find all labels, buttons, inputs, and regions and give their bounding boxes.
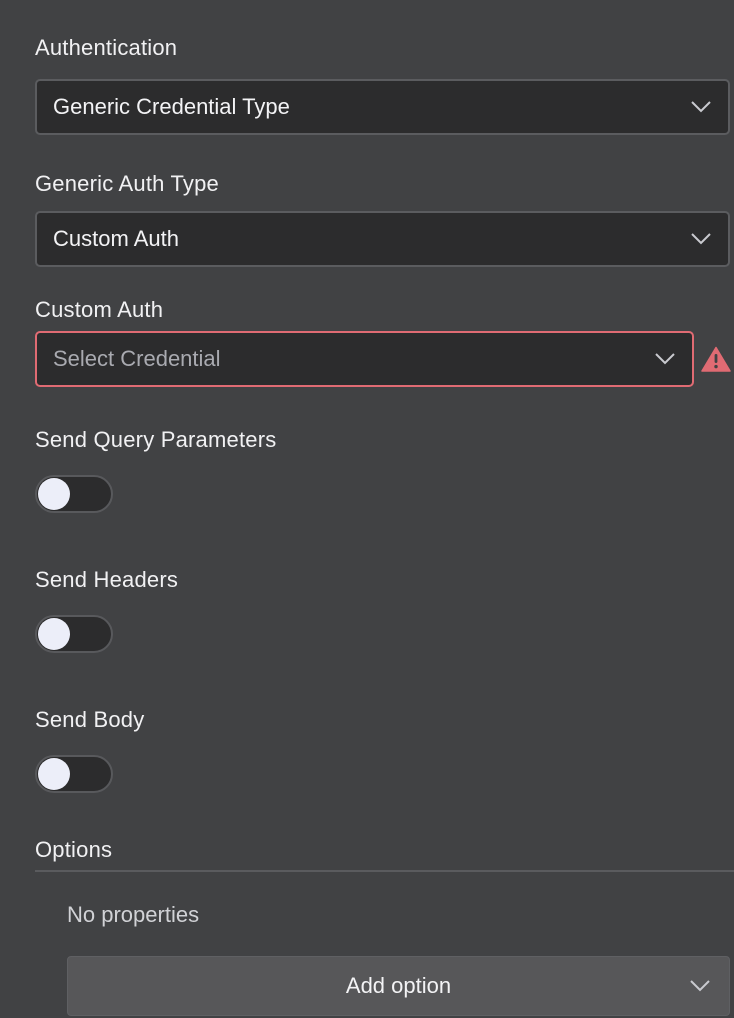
options-divider bbox=[35, 870, 734, 872]
toggle-knob bbox=[38, 758, 70, 790]
authentication-select[interactable]: Generic Credential Type bbox=[35, 79, 730, 135]
authentication-value: Generic Credential Type bbox=[53, 94, 290, 119]
chevron-down-icon bbox=[691, 101, 711, 113]
generic-auth-type-value: Custom Auth bbox=[53, 226, 179, 251]
no-properties-text: No properties bbox=[67, 902, 200, 927]
credential-placeholder: Select Credential bbox=[53, 346, 221, 371]
toggle-knob bbox=[38, 478, 70, 510]
chevron-down-icon bbox=[655, 353, 675, 365]
send-query-parameters-toggle[interactable] bbox=[35, 475, 113, 513]
warning-triangle-icon bbox=[701, 346, 731, 372]
send-body-label: Send Body bbox=[35, 707, 145, 732]
send-headers-toggle[interactable] bbox=[35, 615, 113, 653]
chevron-down-icon bbox=[691, 233, 711, 245]
custom-auth-label: Custom Auth bbox=[35, 297, 164, 322]
send-headers-label: Send Headers bbox=[35, 567, 179, 592]
node-parameters-panel: Authentication Generic Credential Type G… bbox=[0, 0, 734, 1018]
send-body-toggle[interactable] bbox=[35, 755, 113, 793]
options-heading: Options bbox=[35, 837, 113, 862]
add-option-button[interactable]: Add option bbox=[67, 956, 730, 1016]
send-query-parameters-label: Send Query Parameters bbox=[35, 427, 277, 452]
generic-auth-type-select[interactable]: Custom Auth bbox=[35, 211, 730, 267]
generic-auth-type-label: Generic Auth Type bbox=[35, 171, 219, 196]
chevron-down-icon bbox=[690, 980, 710, 992]
add-option-label: Add option bbox=[345, 973, 452, 998]
custom-auth-credential-select[interactable]: Select Credential bbox=[35, 331, 694, 387]
authentication-label: Authentication bbox=[35, 35, 178, 60]
toggle-knob bbox=[38, 618, 70, 650]
